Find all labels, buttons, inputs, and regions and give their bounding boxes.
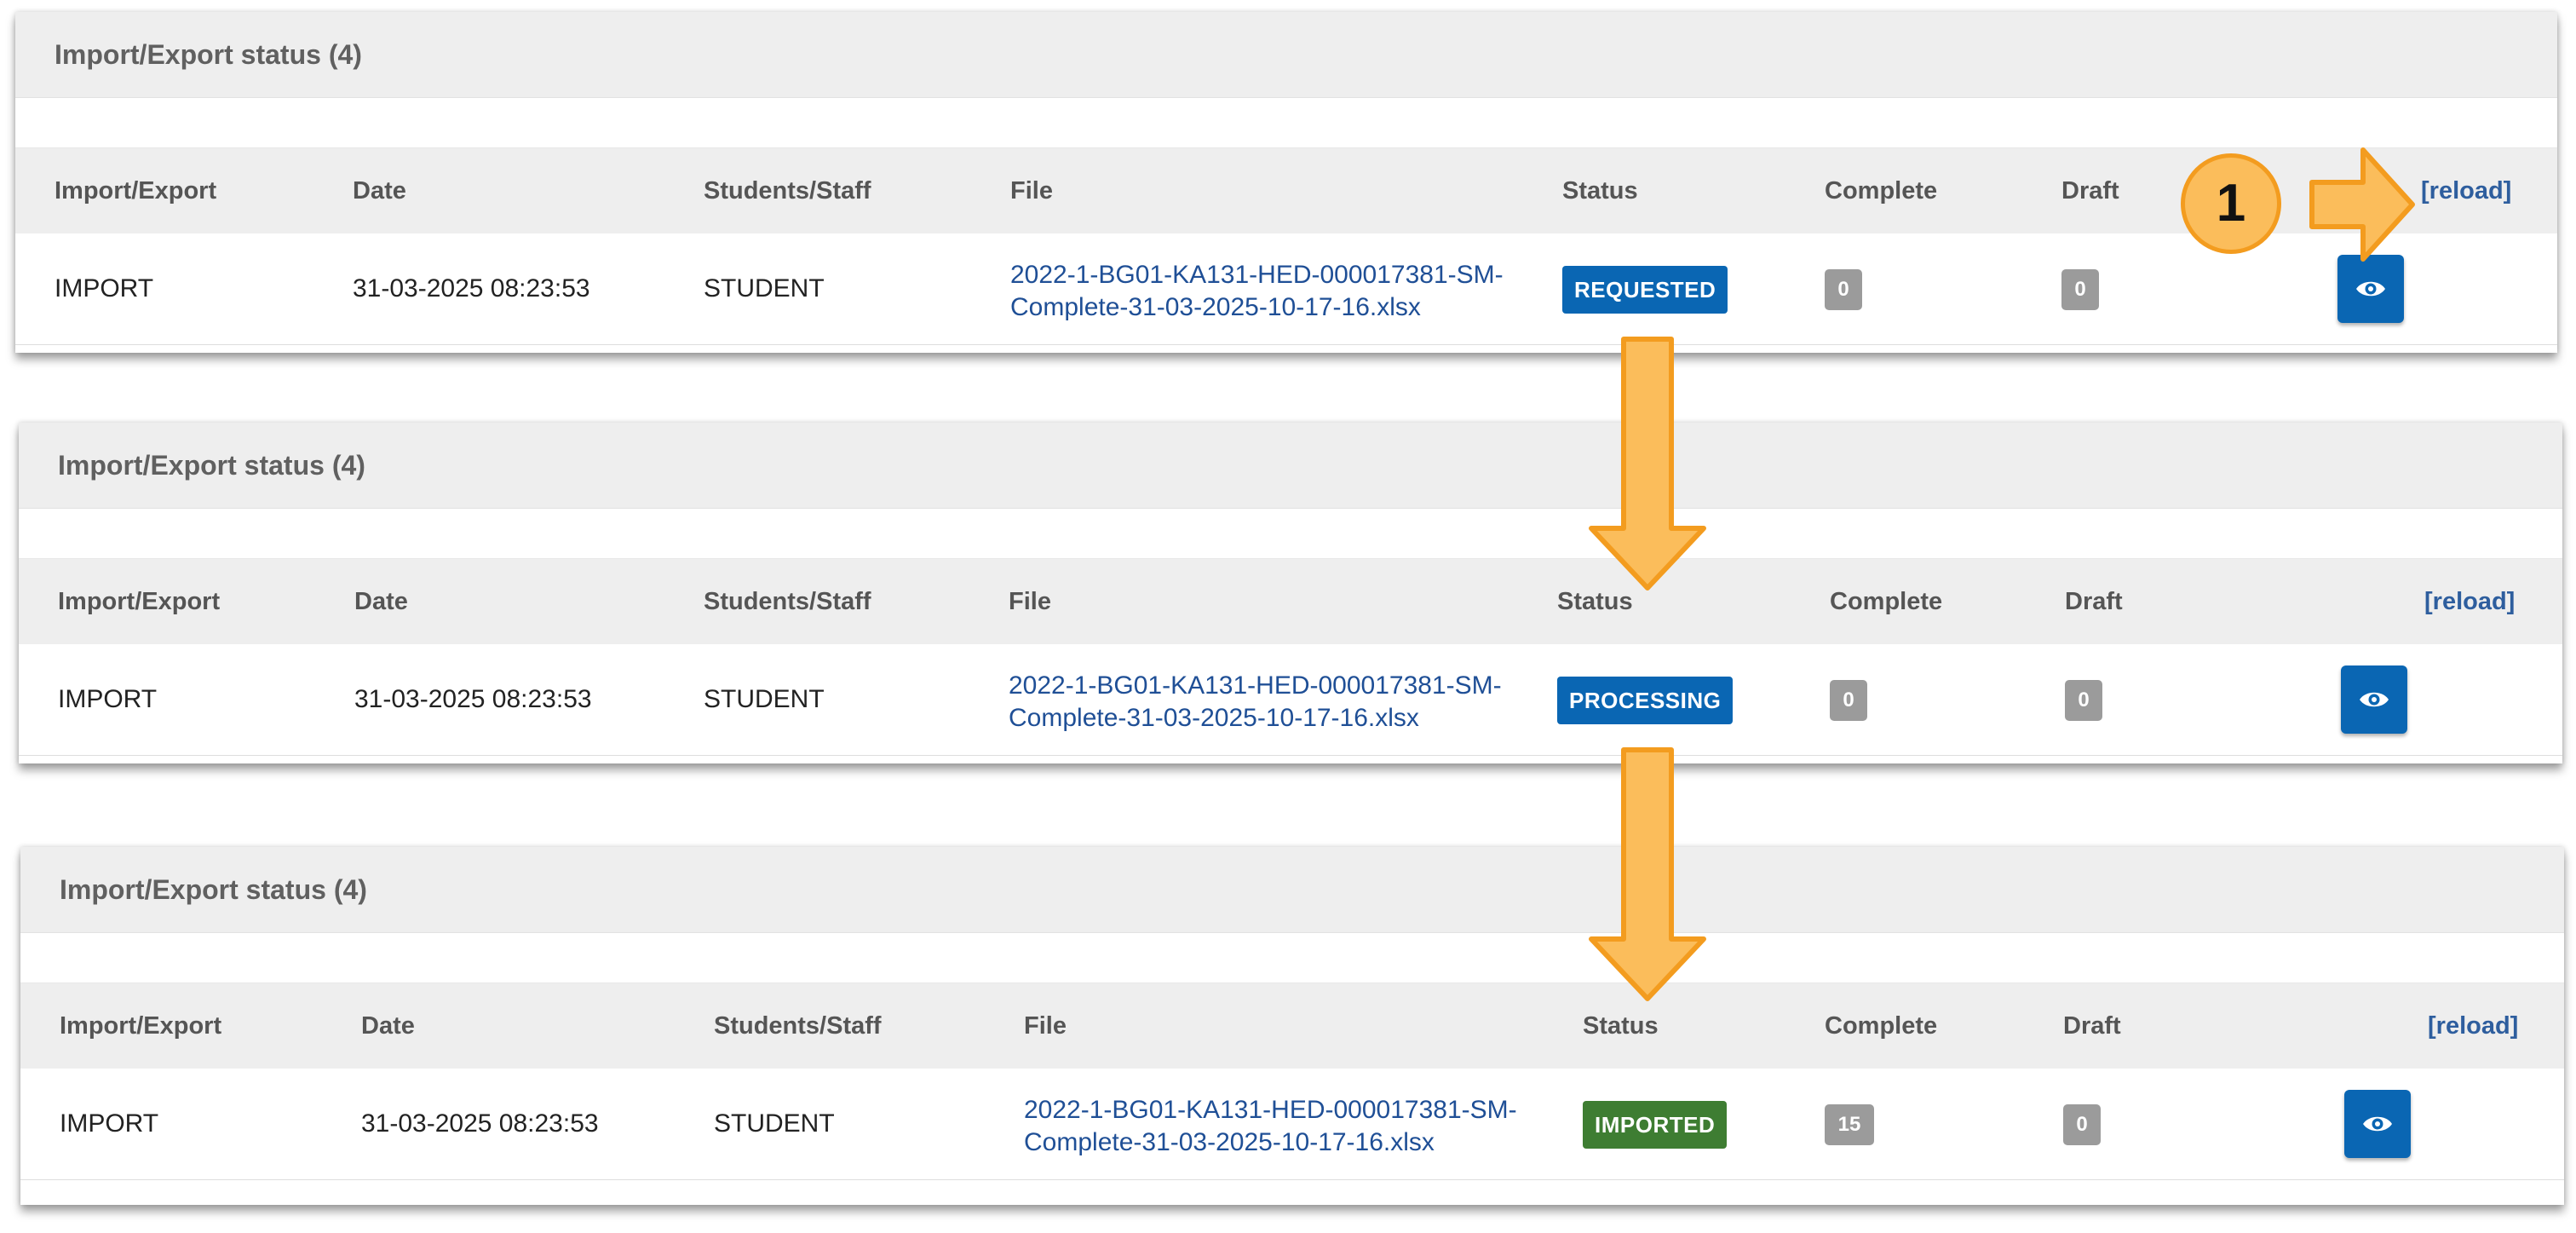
panel-title: Import/Export status (4): [55, 39, 362, 70]
view-button[interactable]: [2337, 255, 2404, 323]
status-badge: PROCESSING: [1557, 677, 1734, 724]
draft-count-badge: 0: [2063, 1104, 2101, 1145]
import-export-status-panel-3: Import/Export status (4) Import/Export D…: [20, 847, 2564, 1205]
panel-header: Import/Export status (4): [15, 12, 2557, 98]
file-link-line-1: 2022-1-BG01-KA131-HED-000017381-SM-: [1024, 1096, 1517, 1124]
panel-title: Import/Export status (4): [58, 450, 365, 481]
panel-spacer: [20, 933, 2564, 983]
table-row: IMPORT 31-03-2025 08:23:53 STUDENT 2022-…: [20, 1069, 2564, 1180]
col-status: Status: [1562, 177, 1638, 205]
cell-type: IMPORT: [58, 685, 158, 713]
file-link-line-2: Complete-31-03-2025-10-17-16.xlsx: [1010, 293, 1421, 321]
eye-icon: [2360, 692, 2389, 707]
complete-count-badge: 15: [1825, 1104, 1874, 1145]
status-badge: IMPORTED: [1583, 1101, 1728, 1149]
import-export-status-panel-1: Import/Export status (4) Import/Export D…: [15, 12, 2557, 353]
table-row: IMPORT 31-03-2025 08:23:53 STUDENT 2022-…: [15, 233, 2557, 345]
cell-type: IMPORT: [60, 1109, 159, 1138]
cell-date: 31-03-2025 08:23:53: [354, 685, 592, 713]
arrow-right-icon: [2309, 147, 2415, 262]
col-students-staff: Students/Staff: [704, 588, 871, 615]
step-number-callout: 1: [2181, 153, 2281, 254]
reload-link[interactable]: [reload]: [2424, 559, 2515, 644]
file-link[interactable]: 2022-1-BG01-KA131-HED-000017381-SM- Comp…: [1010, 259, 1504, 324]
col-import-export: Import/Export: [55, 177, 217, 205]
panel-header: Import/Export status (4): [20, 847, 2564, 933]
eye-icon: [2356, 281, 2385, 297]
file-link-line-1: 2022-1-BG01-KA131-HED-000017381-SM-: [1009, 671, 1502, 700]
col-import-export: Import/Export: [58, 588, 221, 615]
file-link-line-2: Complete-31-03-2025-10-17-16.xlsx: [1009, 704, 1419, 732]
draft-count-badge: 0: [2061, 269, 2099, 310]
complete-count-badge: 0: [1830, 680, 1867, 721]
arrow-down-icon: [1589, 337, 1706, 591]
col-students-staff: Students/Staff: [704, 177, 871, 205]
col-complete: Complete: [1825, 1012, 1938, 1040]
col-file: File: [1010, 177, 1053, 205]
col-date: Date: [353, 177, 406, 205]
col-date: Date: [361, 1012, 415, 1040]
status-badge: REQUESTED: [1562, 266, 1728, 314]
col-draft: Draft: [2065, 588, 2123, 615]
complete-count-badge: 0: [1825, 269, 1862, 310]
file-link[interactable]: 2022-1-BG01-KA131-HED-000017381-SM- Comp…: [1024, 1094, 1517, 1159]
view-button[interactable]: [2344, 1090, 2411, 1158]
cell-date: 31-03-2025 08:23:53: [361, 1109, 599, 1138]
col-complete: Complete: [1825, 177, 1938, 205]
panel-spacer: [19, 509, 2562, 559]
table-header: Import/Export Date Students/Staff File S…: [20, 983, 2564, 1069]
view-button[interactable]: [2341, 665, 2407, 734]
table-header: Import/Export Date Students/Staff File S…: [15, 148, 2557, 233]
col-draft: Draft: [2061, 177, 2119, 205]
col-draft: Draft: [2063, 1012, 2121, 1040]
eye-icon: [2363, 1116, 2392, 1132]
col-complete: Complete: [1830, 588, 1943, 615]
cell-target: STUDENT: [704, 274, 825, 302]
file-link-line-1: 2022-1-BG01-KA131-HED-000017381-SM-: [1010, 261, 1504, 289]
file-link-line-2: Complete-31-03-2025-10-17-16.xlsx: [1024, 1128, 1435, 1156]
file-link[interactable]: 2022-1-BG01-KA131-HED-000017381-SM- Comp…: [1009, 670, 1502, 735]
panel-title: Import/Export status (4): [60, 874, 367, 905]
col-import-export: Import/Export: [60, 1012, 222, 1040]
col-file: File: [1009, 588, 1051, 615]
panel-spacer: [15, 98, 2557, 148]
table-row: IMPORT 31-03-2025 08:23:53 STUDENT 2022-…: [19, 644, 2562, 756]
table-header: Import/Export Date Students/Staff File S…: [19, 559, 2562, 644]
col-date: Date: [354, 588, 408, 615]
cell-target: STUDENT: [704, 685, 825, 713]
panel-header: Import/Export status (4): [19, 423, 2562, 509]
cell-date: 31-03-2025 08:23:53: [353, 274, 590, 302]
reload-link[interactable]: [reload]: [2421, 148, 2511, 233]
col-file: File: [1024, 1012, 1067, 1040]
import-export-status-panel-2: Import/Export status (4) Import/Export D…: [19, 423, 2562, 763]
draft-count-badge: 0: [2065, 680, 2102, 721]
cell-target: STUDENT: [714, 1109, 835, 1138]
cell-type: IMPORT: [55, 274, 154, 302]
arrow-down-icon: [1589, 747, 1706, 1001]
col-students-staff: Students/Staff: [714, 1012, 882, 1040]
reload-link[interactable]: [reload]: [2428, 983, 2518, 1069]
